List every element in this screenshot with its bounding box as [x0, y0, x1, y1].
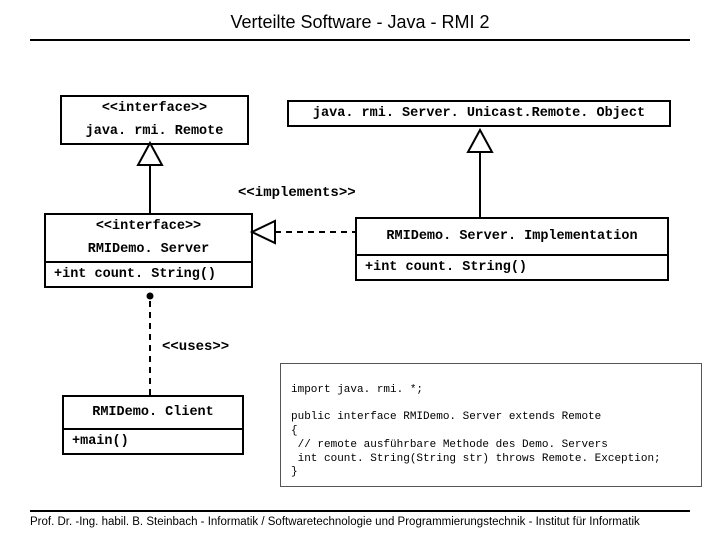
class-name: java. rmi. Server. Unicast.Remote. Objec… [289, 102, 669, 125]
code-line: import java. rmi. *; [291, 384, 423, 396]
operation: +int count. String() [357, 254, 667, 279]
uml-class-unicast: java. rmi. Server. Unicast.Remote. Objec… [287, 100, 671, 127]
page-footer: Prof. Dr. -Ing. habil. B. Steinbach - In… [30, 510, 690, 528]
class-name: RMIDemo. Server [46, 238, 251, 261]
code-snippet: import java. rmi. *; public interface RM… [280, 363, 702, 487]
code-line: int count. String(String str) throws Rem… [291, 453, 661, 465]
code-line: public interface RMIDemo. Server extends… [291, 411, 601, 423]
class-name: RMIDemo. Client [64, 397, 242, 428]
uses-label: <<uses>> [162, 339, 229, 355]
class-name: java. rmi. Remote [62, 120, 247, 143]
code-line: { [291, 425, 298, 437]
operation: +main() [64, 428, 242, 453]
code-line: // remote ausführbare Methode des Demo. … [291, 439, 608, 451]
stereotype-label: <<interface>> [62, 97, 247, 120]
code-line: } [291, 466, 298, 478]
uml-class-impl: RMIDemo. Server. Implementation +int cou… [355, 217, 669, 281]
uml-interface-remote: <<interface>> java. rmi. Remote [60, 95, 249, 145]
uml-class-client: RMIDemo. Client +main() [62, 395, 244, 455]
stereotype-label: <<interface>> [46, 215, 251, 238]
class-name: RMIDemo. Server. Implementation [357, 219, 667, 254]
uml-interface-demoserver: <<interface>> RMIDemo. Server +int count… [44, 213, 253, 288]
page-title: Verteilte Software - Java - RMI 2 [30, 0, 690, 41]
implements-label: <<implements>> [238, 185, 356, 201]
operation: +int count. String() [46, 261, 251, 286]
